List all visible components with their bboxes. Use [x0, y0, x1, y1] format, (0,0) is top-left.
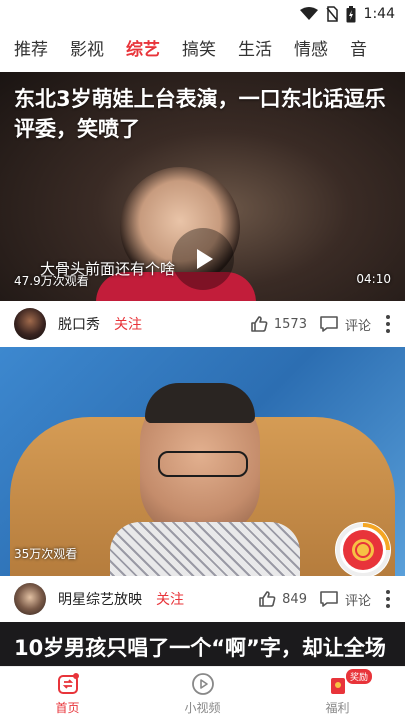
like-button[interactable]: 849 [258, 590, 307, 608]
tab-recommend[interactable]: 推荐 [14, 28, 48, 72]
thumbs-up-icon [259, 591, 276, 607]
follow-button[interactable]: 关注 [156, 589, 184, 609]
nav-short-video[interactable]: 小视频 [135, 667, 270, 720]
play-icon [197, 249, 213, 269]
channel-name[interactable]: 脱口秀 [58, 314, 100, 334]
status-bar: 1:44 [0, 0, 405, 28]
like-count: 849 [282, 591, 307, 607]
tab-life[interactable]: 生活 [238, 28, 272, 72]
clock: 1:44 [363, 6, 395, 22]
tab-emotion[interactable]: 情感 [294, 28, 328, 72]
tab-film[interactable]: 影视 [70, 28, 104, 72]
video-info-row: 脱口秀 关注 1573 评论 [0, 301, 405, 347]
follow-button[interactable]: 关注 [114, 314, 142, 334]
comment-label: 评论 [344, 593, 371, 609]
wifi-icon [299, 7, 318, 20]
view-count: 47.9万次观看 [14, 274, 89, 288]
play-button[interactable] [172, 228, 234, 290]
nav-welfare[interactable]: 奖励 福利 [270, 667, 405, 720]
home-icon [57, 672, 79, 694]
tab-funny[interactable]: 搞笑 [182, 28, 216, 72]
nav-label: 小视频 [184, 700, 221, 715]
video-card-3[interactable]: 10岁男孩只唱了一个“啊”字，却让全场 [0, 622, 405, 670]
avatar[interactable] [14, 583, 46, 615]
battery-icon [346, 5, 356, 22]
tab-music[interactable]: 音 [350, 28, 367, 72]
video-info-row: 明星综艺放映 关注 849 评论 [0, 576, 405, 622]
comment-icon [320, 591, 338, 607]
no-sim-icon [325, 6, 338, 22]
view-count: 35万次观看 [14, 547, 78, 561]
more-options-icon[interactable] [385, 315, 391, 333]
reward-badge: 奖励 [346, 669, 373, 684]
category-tabs: 推荐 影视 综艺 搞笑 生活 情感 音 [0, 28, 405, 72]
like-button[interactable]: 1573 [250, 315, 307, 333]
bottom-navigation: 首页 小视频 奖励 福利 [0, 666, 405, 720]
more-options-icon[interactable] [385, 590, 391, 608]
comment-button[interactable]: 评论 [319, 590, 371, 609]
nav-home[interactable]: 首页 [0, 667, 135, 720]
channel-name[interactable]: 明星综艺放映 [58, 589, 142, 609]
video-duration: 04:10 [356, 272, 391, 286]
reward-coin-icon [335, 522, 391, 578]
tab-variety[interactable]: 综艺 [126, 28, 160, 72]
avatar[interactable] [14, 308, 46, 340]
video-card-1[interactable]: 东北3岁萌娃上台表演，一口东北话逗乐评委，笑喷了 大骨头前面还有个啥 47.9万… [0, 72, 405, 301]
nav-label: 福利 [325, 700, 350, 715]
like-count: 1573 [273, 316, 307, 332]
video-title: 10岁男孩只唱了一个“啊”字，却让全场 [14, 636, 386, 660]
reward-timer-button[interactable] [333, 520, 393, 580]
comment-icon [320, 316, 338, 332]
comment-button[interactable]: 评论 [319, 315, 371, 334]
play-circle-icon [191, 672, 214, 695]
video-title: 东北3岁萌娃上台表演，一口东北话逗乐评委，笑喷了 [14, 87, 386, 141]
comment-label: 评论 [344, 318, 371, 334]
nav-label: 首页 [55, 700, 80, 715]
thumbs-up-icon [251, 316, 268, 332]
